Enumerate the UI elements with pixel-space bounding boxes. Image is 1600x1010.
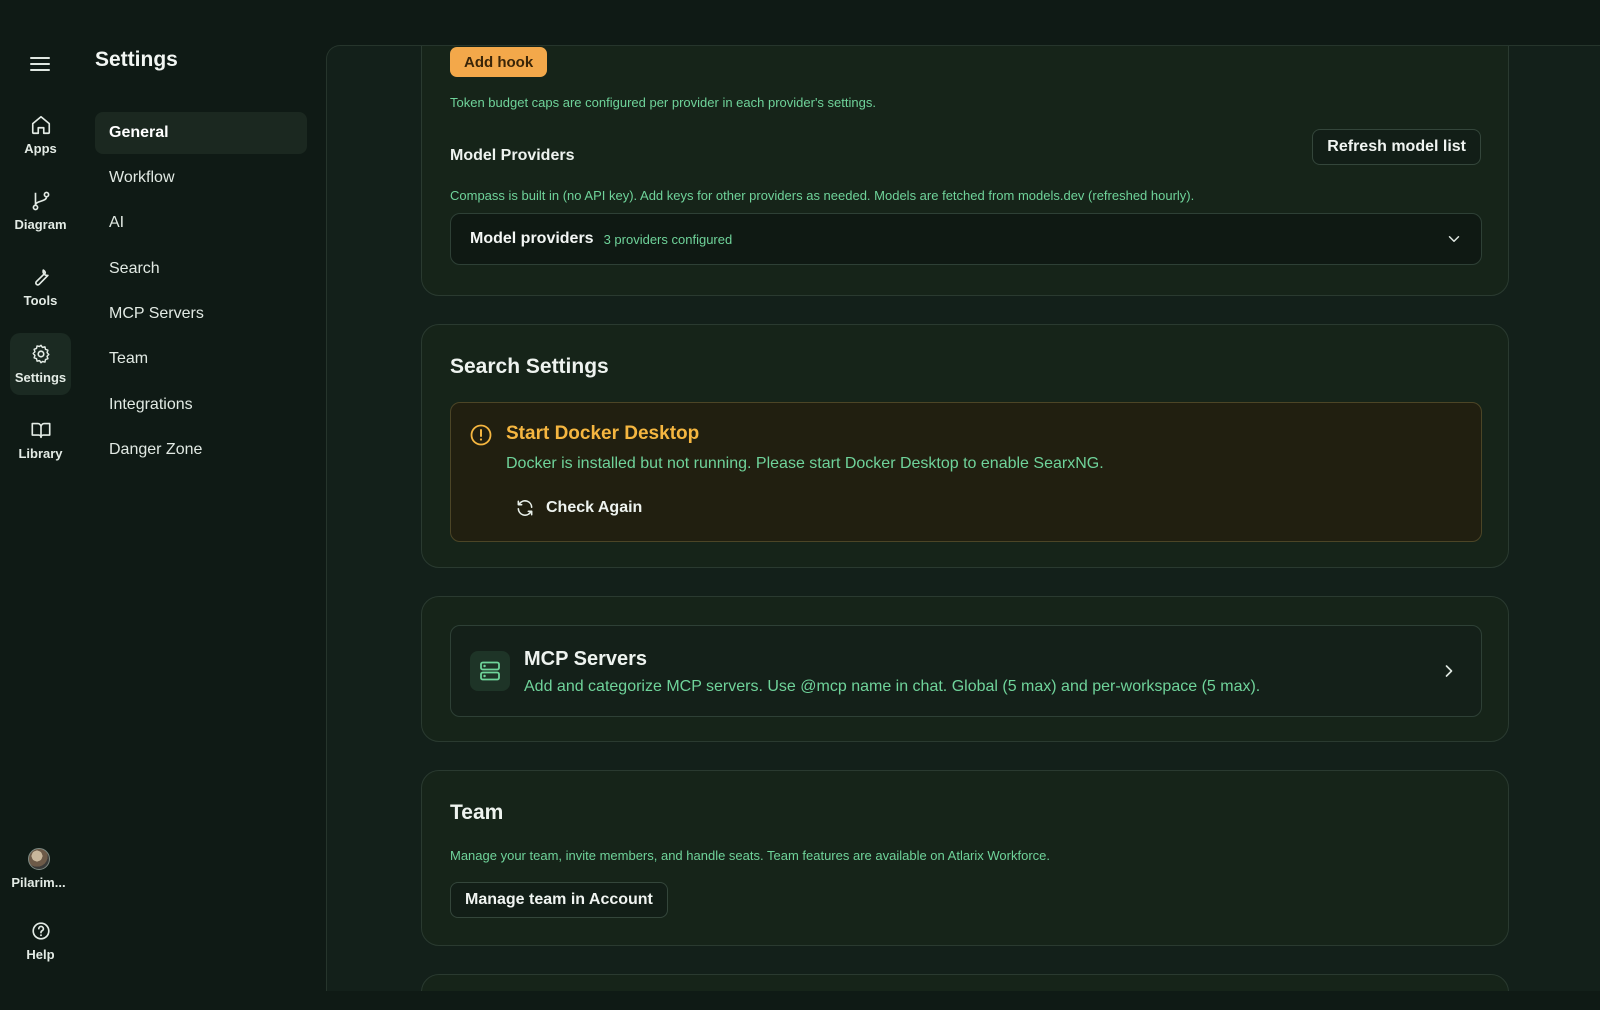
nav-item-workflow[interactable]: Workflow bbox=[95, 157, 307, 199]
nav-item-ai[interactable]: AI bbox=[95, 202, 307, 244]
nav-item-mcp-servers[interactable]: MCP Servers bbox=[95, 293, 307, 335]
git-branch-icon bbox=[32, 191, 49, 211]
user-name: Pilarim... bbox=[11, 875, 66, 890]
team-description: Manage your team, invite members, and ha… bbox=[450, 848, 1050, 863]
search-settings-title: Search Settings bbox=[450, 355, 609, 378]
refresh-icon bbox=[517, 500, 533, 516]
model-providers-label: Model Providers bbox=[450, 147, 575, 164]
page-title: Settings bbox=[95, 48, 178, 71]
search-settings-card: Search Settings Start Docker Desktop Doc… bbox=[421, 324, 1509, 568]
nav-item-team[interactable]: Team bbox=[95, 338, 307, 380]
nav-item-danger-zone[interactable]: Danger Zone bbox=[95, 429, 307, 471]
chevron-right-icon bbox=[1445, 665, 1453, 677]
hamburger-menu-icon[interactable] bbox=[28, 52, 52, 76]
mcp-servers-description: Add and categorize MCP servers. Use @mcp… bbox=[524, 678, 1261, 695]
rail-item-label: Settings bbox=[14, 370, 67, 385]
manage-team-button[interactable]: Manage team in Account bbox=[450, 882, 668, 918]
mcp-servers-title: MCP Servers bbox=[524, 648, 648, 670]
ai-settings-card: Add hook Token budget caps are configure… bbox=[421, 46, 1509, 296]
team-title: Team bbox=[450, 801, 504, 824]
book-open-icon bbox=[30, 422, 51, 439]
rail-item-diagram[interactable]: Diagram bbox=[10, 180, 71, 242]
icon-rail: Apps Diagram Tools Settings Library Pila… bbox=[0, 0, 80, 1010]
rail-item-label: Library bbox=[18, 446, 63, 461]
wrench-icon bbox=[34, 269, 49, 286]
rail-item-tools[interactable]: Tools bbox=[10, 256, 71, 318]
chevron-down-icon bbox=[1448, 236, 1460, 242]
help-label: Help bbox=[26, 947, 55, 962]
rail-item-library[interactable]: Library bbox=[10, 409, 71, 471]
check-again-button[interactable]: Check Again bbox=[515, 495, 642, 521]
next-settings-card bbox=[421, 974, 1509, 991]
warning-title: Start Docker Desktop bbox=[506, 423, 700, 444]
warning-text: Docker is installed but not running. Ple… bbox=[506, 455, 1104, 472]
alert-circle-icon bbox=[470, 424, 492, 446]
mcp-servers-link[interactable]: MCP Servers Add and categorize MCP serve… bbox=[450, 625, 1482, 717]
model-providers-accordion[interactable]: Model providers 3 providers configured bbox=[450, 213, 1482, 265]
rail-item-apps[interactable]: Apps bbox=[10, 104, 71, 166]
server-icon bbox=[470, 651, 510, 691]
nav-item-integrations[interactable]: Integrations bbox=[95, 384, 307, 426]
rail-item-settings[interactable]: Settings bbox=[10, 333, 71, 395]
model-providers-note: Compass is built in (no API key). Add ke… bbox=[450, 188, 1195, 203]
avatar bbox=[27, 848, 50, 870]
rail-item-label: Apps bbox=[24, 141, 57, 156]
add-hook-button[interactable]: Add hook bbox=[450, 47, 548, 77]
nav-item-search[interactable]: Search bbox=[95, 248, 307, 290]
docker-warning: Start Docker Desktop Docker is installed… bbox=[450, 402, 1482, 542]
mcp-servers-card: MCP Servers Add and categorize MCP serve… bbox=[421, 596, 1509, 742]
accordion-title: Model providers bbox=[470, 230, 594, 247]
help-icon bbox=[31, 922, 50, 940]
check-again-label: Check Again bbox=[546, 499, 643, 516]
providers-count: 3 providers configured bbox=[603, 231, 733, 247]
team-card: Team Manage your team, invite members, a… bbox=[421, 770, 1509, 946]
rail-item-label: Tools bbox=[23, 293, 58, 308]
rail-item-label: Diagram bbox=[14, 217, 67, 232]
settings-content[interactable]: Add hook Token budget caps are configure… bbox=[326, 45, 1600, 991]
home-icon bbox=[31, 115, 50, 135]
refresh-model-list-button[interactable]: Refresh model list bbox=[1312, 129, 1481, 165]
token-budget-note: Token budget caps are configured per pro… bbox=[450, 95, 876, 110]
help-button[interactable]: Help bbox=[10, 910, 71, 972]
gear-icon bbox=[31, 344, 50, 364]
nav-item-general[interactable]: General bbox=[95, 112, 307, 154]
user-profile[interactable]: Pilarim... bbox=[8, 838, 69, 900]
settings-nav: Settings General Workflow AI Search MCP … bbox=[80, 0, 326, 1010]
